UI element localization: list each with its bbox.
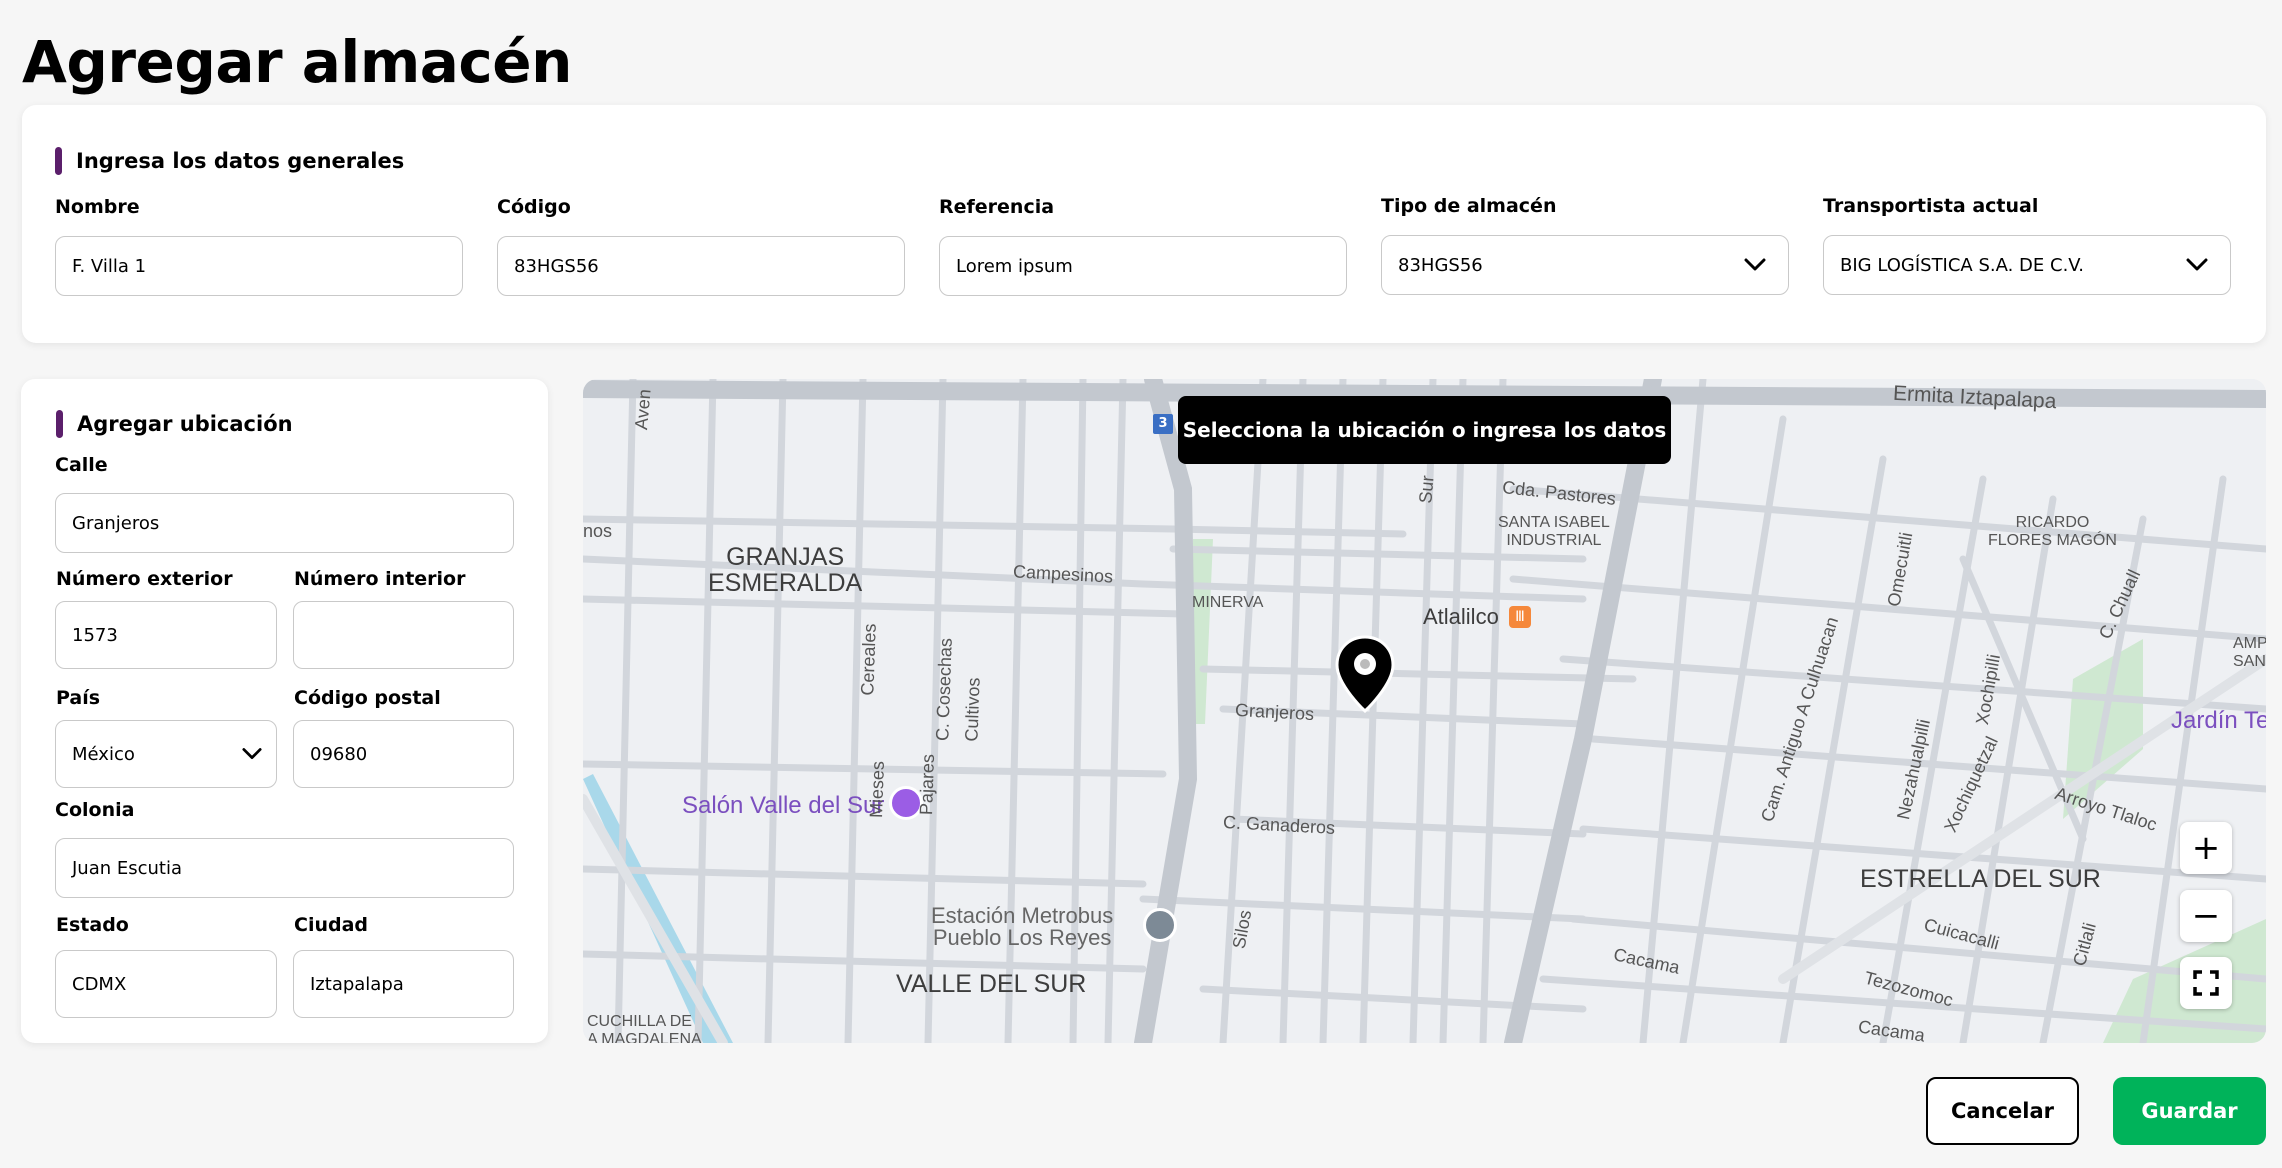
page-title: Agregar almacén [22,28,572,96]
map-label-cosechas: C. Cosechas [932,637,956,742]
map-label-nos: nos [583,521,613,541]
calle-value: Granjeros [72,512,160,534]
chevron-down-icon [242,748,262,759]
estado-label: Estado [56,914,129,936]
codigo-value: 83HGS56 [514,255,599,277]
map-label-estrella: ESTRELLA DEL SUR [1860,865,2101,893]
map-label-estacion: Estación Metrobus Pueblo Los Reyes [931,903,1114,950]
section-accent-bar [56,410,63,438]
transit-pin-icon [1143,908,1177,942]
general-section-title: Ingresa los datos generales [55,147,404,175]
tipo-almacen-value: 83HGS56 [1398,254,1483,276]
cp-value: 09680 [310,743,368,765]
general-section-label: Ingresa los datos generales [76,149,405,173]
fullscreen-button[interactable] [2180,957,2232,1009]
save-button[interactable]: Guardar [2113,1077,2266,1145]
ciudad-label: Ciudad [294,914,369,936]
zoom-out-button[interactable]: − [2180,890,2232,942]
cancel-button[interactable]: Cancelar [1926,1077,2079,1145]
num-int-label: Número interior [294,568,466,590]
referencia-label: Referencia [939,196,1055,218]
num-int-input[interactable] [293,601,514,669]
transportista-select[interactable]: BIG LOGÍSTICA S.A. DE C.V. [1823,235,2231,295]
map-label-cuchilla: CUCHILLA DE A MAGDALENA [587,1013,702,1043]
route-shield-icon: 3 [1153,414,1173,434]
location-card: Agregar ubicación Calle Granjeros Número… [21,379,548,1043]
num-ext-input[interactable]: 1573 [55,601,277,669]
tipo-almacen-label: Tipo de almacén [1381,195,1557,217]
cp-input[interactable]: 09680 [293,720,514,788]
general-data-card: Ingresa los datos generales Nombre F. Vi… [22,105,2266,343]
location-section-label: Agregar ubicación [77,412,293,436]
estado-input[interactable]: CDMX [55,950,277,1018]
map-label-salon: Salón Valle del Sur [682,792,885,819]
map-label-granjas: GRANJAS ESMERALDA [708,543,863,598]
map-label-atlalilco: Atlalilco [1423,604,1499,629]
transportista-label: Transportista actual [1823,195,2039,217]
map-view[interactable]: GRANJAS ESMERALDA VALLE DEL SUR ESTRELLA… [583,379,2266,1043]
map-label-cereales: Cereales [857,623,880,696]
estado-value: CDMX [72,973,127,995]
codigo-label: Código [497,196,571,218]
pais-value: México [72,743,135,765]
map-tooltip: Selecciona la ubicación o ingresa los da… [1178,396,1671,464]
chevron-down-icon [1744,258,1766,271]
referencia-value: Lorem ipsum [956,255,1073,277]
map-label-granjeros: Granjeros [1234,699,1315,725]
colonia-value: Juan Escutia [72,857,183,879]
referencia-input[interactable]: Lorem ipsum [939,236,1347,296]
calle-label: Calle [55,454,108,476]
tipo-almacen-select[interactable]: 83HGS56 [1381,235,1789,295]
colonia-label: Colonia [55,799,135,821]
chevron-down-icon [2186,258,2208,271]
cp-label: Código postal [294,687,441,709]
nombre-input[interactable]: F. Villa 1 [55,236,463,296]
num-ext-label: Número exterior [56,568,233,590]
zoom-in-button[interactable]: + [2180,822,2232,874]
transportista-value: BIG LOGÍSTICA S.A. DE C.V. [1840,254,2085,276]
map-label-jardin: Jardín Te [2171,707,2266,734]
map-label-minerva: MINERVA [1192,594,1264,611]
pais-label: País [56,687,101,709]
ciudad-value: Iztapalapa [310,973,404,995]
section-accent-bar [55,147,62,175]
map-label-ricardo: RICARDO FLORES MAGÓN [1988,514,2117,549]
map-label-mieses: Mieses [866,760,888,819]
map-label-pajares: Pajares [915,753,939,816]
map-label-sur: Sur [1415,474,1438,505]
fullscreen-icon [2193,970,2219,996]
map-label-aven: Aven [631,388,655,431]
calle-input[interactable]: Granjeros [55,493,514,553]
nombre-value: F. Villa 1 [72,255,147,277]
map-label-amp: AMP SANTU [2233,635,2266,670]
pais-select[interactable]: México [55,720,277,788]
codigo-input[interactable]: 83HGS56 [497,236,905,296]
location-section-title: Agregar ubicación [56,410,293,438]
ciudad-input[interactable]: Iztapalapa [293,950,514,1018]
metro-station-icon: Ⅲ [1509,606,1531,628]
colonia-input[interactable]: Juan Escutia [55,838,514,898]
map-pin-icon[interactable] [1335,635,1395,713]
num-ext-value: 1573 [72,624,118,646]
minus-icon: − [2191,896,2221,936]
plus-icon: + [2191,828,2221,868]
nombre-label: Nombre [55,196,140,218]
map-label-santa-isabel: SANTA ISABEL INDUSTRIAL [1498,514,1610,549]
map-label-cultivos: Cultivos [961,677,984,742]
map-label-valle: VALLE DEL SUR [896,970,1087,998]
